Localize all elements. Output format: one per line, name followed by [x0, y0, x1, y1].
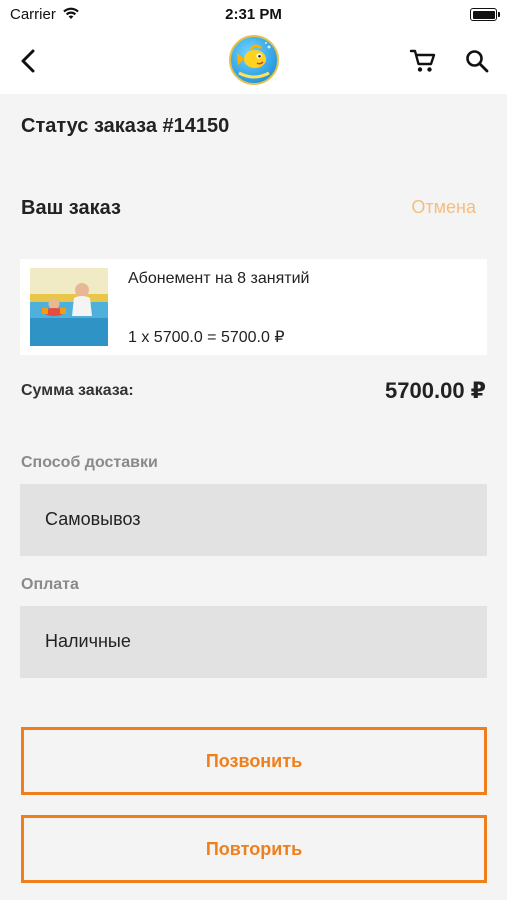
repeat-order-button[interactable]: Повторить [21, 815, 487, 883]
back-chevron-icon[interactable] [14, 46, 44, 76]
page-title: Статус заказа #14150 [21, 115, 230, 137]
payment-field[interactable]: Наличные [20, 606, 487, 678]
order-sum-value: 5700.00 ₽ [385, 378, 486, 403]
brand-logo [229, 35, 279, 85]
delivery-label: Способ доставки [21, 454, 158, 471]
battery-icon [470, 8, 500, 21]
search-icon[interactable] [462, 46, 492, 76]
cart-icon[interactable] [408, 46, 438, 76]
product-thumbnail [30, 268, 108, 346]
product-price-calc: 1 x 5700.0 = 5700.0 ₽ [128, 329, 285, 346]
product-name: Абонемент на 8 занятий [128, 270, 310, 287]
order-sum-label: Сумма заказа: [21, 382, 134, 399]
payment-value: Наличные [45, 631, 131, 651]
delivery-field[interactable]: Самовывоз [20, 484, 487, 556]
cancel-order-button[interactable]: Отмена [411, 197, 476, 218]
delivery-value: Самовывоз [45, 509, 141, 529]
list-item[interactable]: Абонемент на 8 занятий 1 x 5700.0 = 5700… [20, 259, 487, 355]
call-button[interactable]: Позвонить [21, 727, 487, 795]
clock: 2:31 PM [225, 6, 282, 23]
order-section-title: Ваш заказ [21, 197, 121, 219]
status-bar: Carrier 2:31 PM [0, 0, 507, 30]
nav-bar [0, 30, 507, 94]
payment-label: Оплата [21, 576, 79, 593]
